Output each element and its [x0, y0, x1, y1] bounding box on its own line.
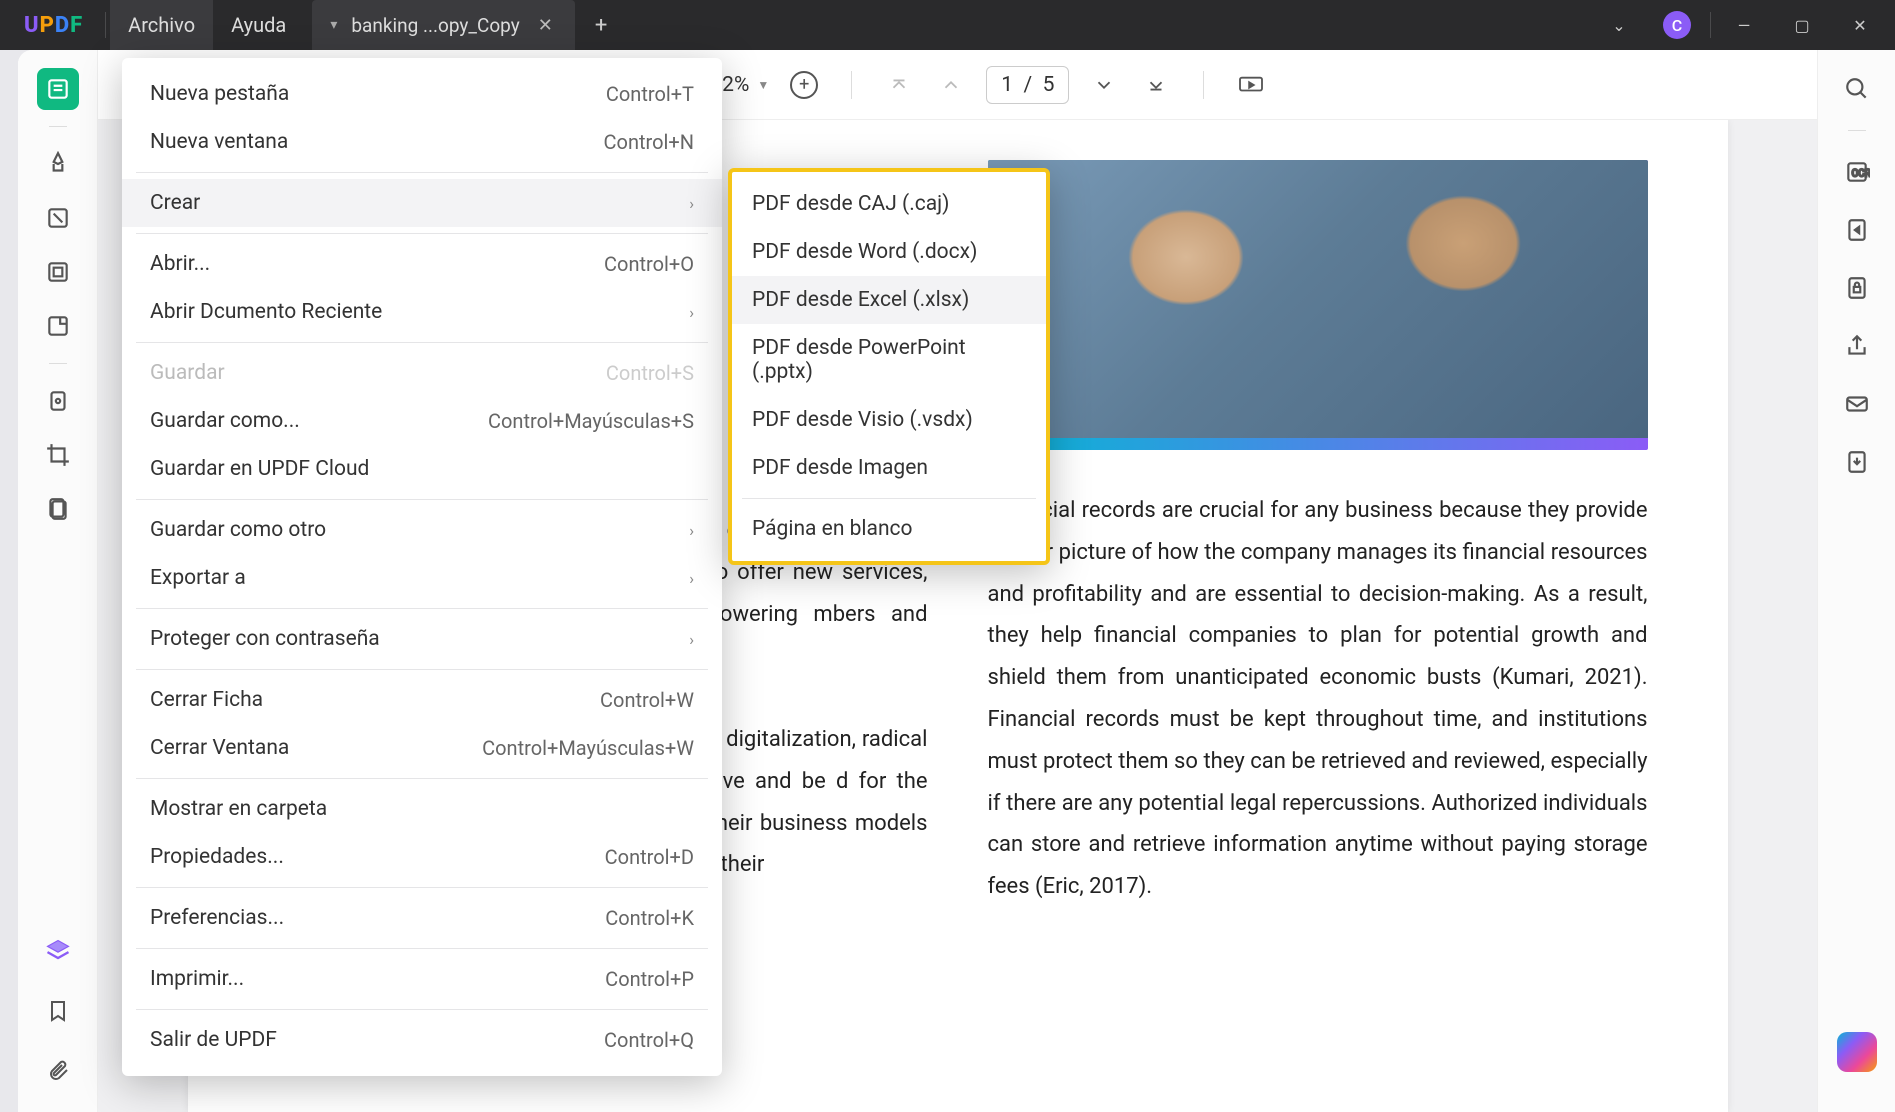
zoom-in-button[interactable]: + [787, 68, 821, 102]
menu-archivo[interactable]: Archivo [110, 0, 213, 50]
new-tab-button[interactable]: + [575, 13, 627, 38]
email-icon[interactable] [1836, 383, 1878, 425]
minimize-button[interactable]: — [1715, 0, 1773, 50]
convert-icon[interactable] [1836, 209, 1878, 251]
chevron-right-icon: › [689, 521, 694, 540]
share-icon[interactable] [1836, 325, 1878, 367]
chevron-right-icon: › [689, 194, 694, 213]
menu-save-as[interactable]: Guardar como...Control+Mayúsculas+S [122, 397, 722, 445]
menu-save-other[interactable]: Guardar como otro› [122, 506, 722, 554]
ocr-tool-icon[interactable] [37, 380, 79, 422]
menu-new-window[interactable]: Nueva ventanaControl+N [122, 118, 722, 166]
chevron-right-icon: › [689, 303, 694, 322]
menu-protect[interactable]: Proteger con contraseña› [122, 615, 722, 663]
prev-page-button[interactable] [934, 68, 968, 102]
create-from-word[interactable]: PDF desde Word (.docx) [732, 228, 1046, 276]
bottom-left-tools [18, 930, 98, 1112]
maximize-button[interactable]: ▢ [1773, 0, 1831, 50]
close-button[interactable]: ✕ [1831, 0, 1889, 50]
chevron-right-icon: › [689, 569, 694, 588]
create-from-caj[interactable]: PDF desde CAJ (.caj) [732, 180, 1046, 228]
ocr-icon[interactable]: OCR [1836, 151, 1878, 193]
highlight-tool-icon[interactable] [37, 143, 79, 185]
pages-tool-icon[interactable] [37, 251, 79, 293]
menu-export[interactable]: Exportar a› [122, 554, 722, 602]
menu-ayuda[interactable]: Ayuda [213, 0, 304, 50]
menu-preferences[interactable]: Preferencias...Control+K [122, 894, 722, 942]
last-page-button[interactable] [1139, 68, 1173, 102]
first-page-button[interactable] [882, 68, 916, 102]
menu-close-window[interactable]: Cerrar VentanaControl+Mayúsculas+W [122, 724, 722, 772]
compress-tool-icon[interactable] [37, 488, 79, 530]
document-tab[interactable]: ▾ banking ...opy_Copy ✕ [312, 0, 575, 50]
search-icon[interactable] [1836, 68, 1878, 110]
menu-exit[interactable]: Salir de UPDFControl+Q [122, 1016, 722, 1064]
menu-close-tab[interactable]: Cerrar FichaControl+W [122, 676, 722, 724]
save-icon[interactable] [1836, 441, 1878, 483]
form-tool-icon[interactable] [37, 305, 79, 347]
zoom-dropdown-icon[interactable]: ▼ [757, 78, 769, 92]
menu-open[interactable]: Abrir...Control+O [122, 240, 722, 288]
chevron-down-icon[interactable]: ⌄ [1590, 0, 1648, 50]
ai-assistant-icon[interactable] [1837, 1032, 1877, 1072]
create-from-powerpoint[interactable]: PDF desde PowerPoint (.pptx) [732, 324, 1046, 396]
create-submenu: PDF desde CAJ (.caj) PDF desde Word (.do… [728, 168, 1050, 565]
create-from-image[interactable]: PDF desde Imagen [732, 444, 1046, 492]
menu-open-recent[interactable]: Abrir Dcumento Reciente› [122, 288, 722, 336]
updf-logo: UPDF [6, 13, 101, 38]
menu-save-cloud[interactable]: Guardar en UPDF Cloud [122, 445, 722, 493]
reader-tool-icon[interactable] [37, 68, 79, 110]
page-indicator[interactable]: 1 / 5 [986, 66, 1069, 104]
article-image [988, 160, 1648, 450]
menu-print[interactable]: Imprimir...Control+P [122, 955, 722, 1003]
tab-name: banking ...opy_Copy [351, 14, 519, 37]
create-blank-page[interactable]: Página en blanco [732, 505, 1046, 553]
next-page-button[interactable] [1087, 68, 1121, 102]
crop-tool-icon[interactable] [37, 434, 79, 476]
protect-icon[interactable] [1836, 267, 1878, 309]
menu-show-folder[interactable]: Mostrar en carpeta [122, 785, 722, 833]
file-menu-dropdown: Nueva pestañaControl+T Nueva ventanaCont… [122, 58, 722, 1076]
svg-text:OCR: OCR [1851, 168, 1869, 179]
body-text: Financial records are crucial for any bu… [988, 490, 1648, 908]
tab-dropdown-icon[interactable]: ▾ [330, 17, 337, 33]
menu-save: GuardarControl+S [122, 349, 722, 397]
edit-tool-icon[interactable] [37, 197, 79, 239]
layers-icon[interactable] [37, 930, 79, 972]
separator [1710, 12, 1711, 38]
separator [105, 12, 106, 38]
right-sidebar: OCR [1817, 50, 1895, 1112]
create-from-excel[interactable]: PDF desde Excel (.xlsx) [732, 276, 1046, 324]
user-avatar[interactable]: C [1648, 0, 1706, 50]
menu-new-tab[interactable]: Nueva pestañaControl+T [122, 70, 722, 118]
menu-create[interactable]: Crear› [122, 179, 722, 227]
presentation-button[interactable] [1234, 68, 1268, 102]
bookmark-icon[interactable] [37, 990, 79, 1032]
attachment-icon[interactable] [37, 1050, 79, 1092]
create-from-visio[interactable]: PDF desde Visio (.vsdx) [732, 396, 1046, 444]
chevron-right-icon: › [689, 630, 694, 649]
menu-properties[interactable]: Propiedades...Control+D [122, 833, 722, 881]
titlebar: UPDF Archivo Ayuda ▾ banking ...opy_Copy… [0, 0, 1895, 50]
tab-close-icon[interactable]: ✕ [534, 15, 557, 36]
